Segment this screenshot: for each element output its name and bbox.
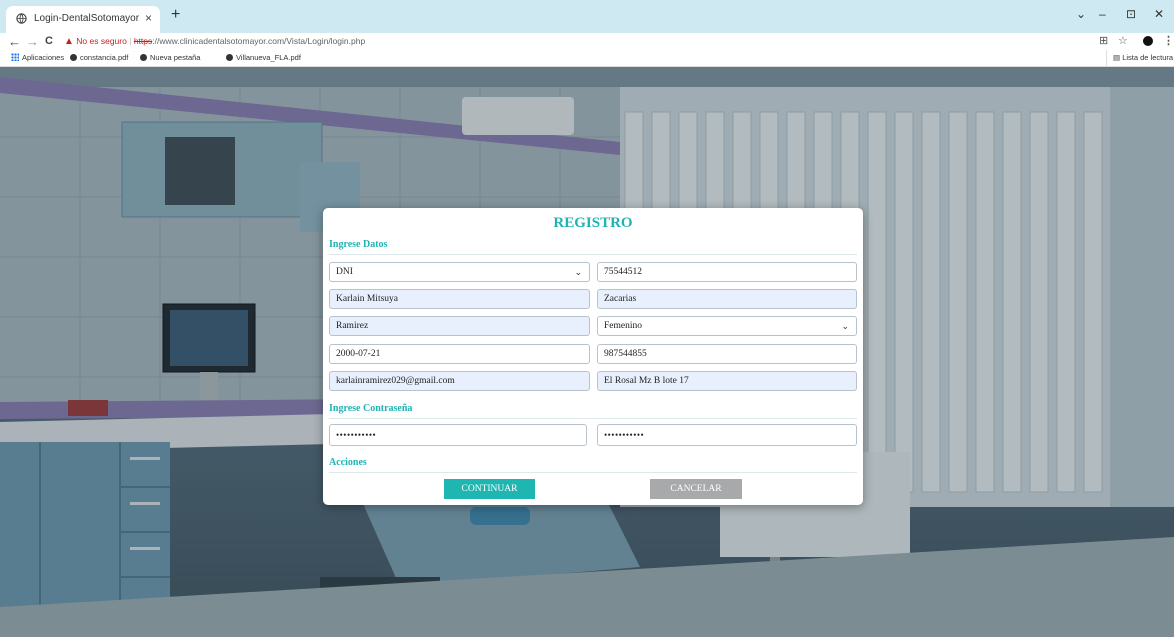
section-ingrese-datos: Ingrese Datos bbox=[329, 239, 857, 255]
bookmark-apps[interactable]: Aplicaciones bbox=[11, 50, 64, 66]
bookmark-label: constancia.pdf bbox=[80, 53, 129, 62]
password-input[interactable]: ••••••••••• bbox=[329, 424, 587, 446]
warning-icon: ▲ bbox=[64, 36, 74, 47]
last-name-1-input[interactable]: Zacarias bbox=[597, 289, 857, 309]
browser-toolbar: ← → C ▲ No es seguro | https://www.clini… bbox=[0, 33, 1174, 50]
globe-icon bbox=[140, 54, 147, 61]
back-icon[interactable]: ← bbox=[8, 33, 21, 50]
gender-select[interactable]: Femenino ⌄ bbox=[597, 316, 857, 336]
phone-input[interactable]: 987544855 bbox=[597, 344, 857, 364]
address-bar[interactable]: ▲ No es seguro | https://www.clinicadent… bbox=[64, 33, 964, 50]
continue-button[interactable]: CONTINUAR bbox=[444, 479, 535, 499]
chevron-down-icon: ⌄ bbox=[841, 321, 849, 331]
close-tab-icon[interactable]: × bbox=[145, 11, 152, 25]
document-number-input[interactable]: 75544512 bbox=[597, 262, 857, 282]
bookmark-label: Villanueva_FLA.pdf bbox=[236, 53, 301, 62]
globe-icon bbox=[70, 54, 77, 61]
address-input[interactable]: El Rosal Mz B lote 17 bbox=[597, 371, 857, 391]
security-status[interactable]: No es seguro bbox=[76, 36, 127, 46]
bookmark-constancia[interactable]: constancia.pdf bbox=[70, 50, 128, 66]
section-ingrese-contrasena: Ingrese Contraseña bbox=[329, 403, 857, 419]
first-name-input[interactable]: Karlain Mitsuya bbox=[329, 289, 590, 309]
omnibox-separator: | bbox=[129, 36, 132, 46]
email-input[interactable]: karlainramirez029@gmail.com bbox=[329, 371, 590, 391]
section-acciones: Acciones bbox=[329, 457, 857, 473]
last-name-2-input[interactable]: Ramirez bbox=[329, 316, 590, 336]
chevron-down-icon: ⌄ bbox=[574, 267, 582, 277]
reading-list-icon: ▤ bbox=[1113, 53, 1121, 62]
cancel-button[interactable]: CANCELAR bbox=[650, 479, 742, 499]
minimize-icon[interactable]: – bbox=[1099, 7, 1106, 21]
new-tab-button[interactable]: + bbox=[171, 7, 180, 23]
bookmark-label: Nueva pestaña bbox=[150, 53, 201, 62]
password-confirm-input[interactable]: ••••••••••• bbox=[597, 424, 857, 446]
bookmark-label: Aplicaciones bbox=[22, 53, 65, 62]
tab-strip: Login-DentalSotomayor × + ⌄ – ⊡ ✕ bbox=[0, 0, 1174, 33]
browser-tab[interactable]: Login-DentalSotomayor × bbox=[6, 6, 160, 33]
translate-icon[interactable]: ⊞ bbox=[1099, 34, 1108, 47]
globe-icon bbox=[16, 13, 27, 24]
forward-icon[interactable]: → bbox=[26, 33, 39, 50]
reload-icon[interactable]: C bbox=[45, 33, 53, 50]
bookmark-star-icon[interactable]: ☆ bbox=[1118, 34, 1128, 47]
registration-modal: REGISTRO Ingrese Datos DNI ⌄ 75544512 Ka… bbox=[323, 208, 863, 505]
modal-title: REGISTRO bbox=[553, 215, 633, 231]
bookmark-nueva-pestana[interactable]: Nueva pestaña bbox=[140, 50, 200, 66]
url-scheme: https bbox=[133, 36, 153, 46]
tab-title: Login-DentalSotomayor bbox=[34, 13, 140, 24]
birth-date-input[interactable]: 2000-07-21 bbox=[329, 344, 590, 364]
url-text: ://www.clinicadentalsotomayor.com/Vista/… bbox=[152, 36, 366, 46]
gender-value: Femenino bbox=[604, 321, 642, 331]
reading-list-label: Lista de lectura bbox=[1122, 53, 1174, 62]
close-window-icon[interactable]: ✕ bbox=[1154, 7, 1164, 21]
reading-list-button[interactable]: ▤ Lista de lectura bbox=[1106, 50, 1173, 66]
bookmark-villanueva[interactable]: Villanueva_FLA.pdf bbox=[226, 50, 301, 66]
apps-grid-icon bbox=[11, 53, 19, 61]
menu-icon[interactable]: ⋮ bbox=[1163, 34, 1174, 47]
document-type-value: DNI bbox=[336, 267, 353, 277]
maximize-icon[interactable]: ⊡ bbox=[1126, 7, 1136, 21]
globe-icon bbox=[226, 54, 233, 61]
document-type-select[interactable]: DNI ⌄ bbox=[329, 262, 590, 282]
profile-avatar[interactable] bbox=[1143, 36, 1153, 46]
tab-search-icon[interactable]: ⌄ bbox=[1076, 7, 1086, 21]
bookmarks-bar: Aplicaciones constancia.pdf Nueva pestañ… bbox=[0, 50, 1174, 67]
